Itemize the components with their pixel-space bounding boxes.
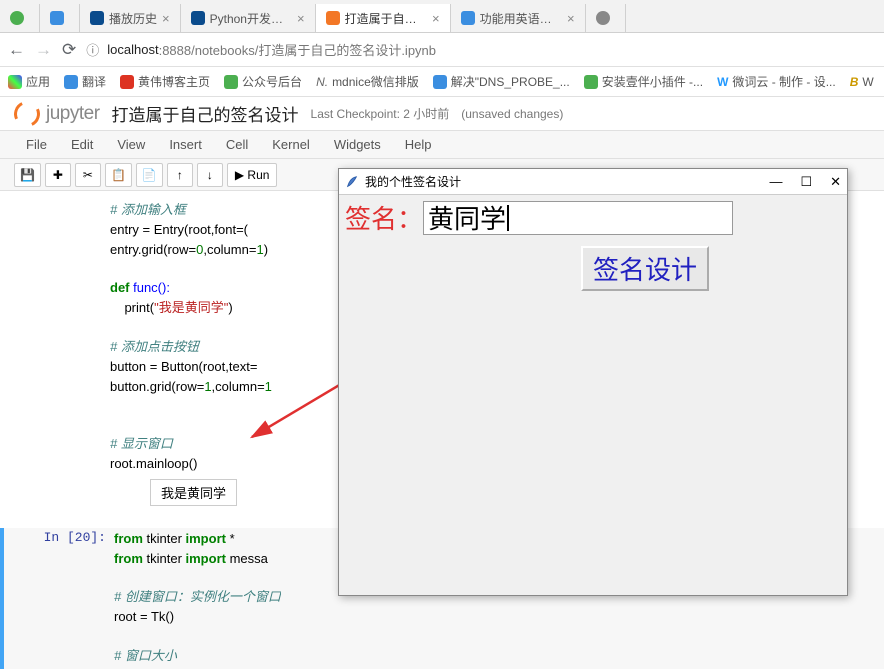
menu-insert[interactable]: Insert — [157, 137, 214, 152]
maximize-button[interactable]: ☐ — [800, 174, 812, 190]
menu-widgets[interactable]: Widgets — [322, 137, 393, 152]
browser-tab[interactable]: 播放历史× — [80, 4, 181, 32]
bookmark-item[interactable]: 翻译 — [64, 73, 106, 90]
menu-help[interactable]: Help — [393, 137, 444, 152]
status-text: (unsaved changes) — [461, 107, 563, 121]
cut-button[interactable]: ✂ — [75, 163, 101, 187]
reload-button[interactable]: ⟳ — [62, 40, 76, 60]
browser-tab[interactable] — [586, 4, 626, 32]
cell-output: 我是黄同学 — [150, 479, 237, 506]
cell-prompt — [0, 201, 110, 475]
jupyter-icon — [10, 97, 43, 130]
tk-icon — [345, 175, 359, 189]
notebook-name[interactable]: 打造属于自己的签名设计 — [112, 101, 299, 126]
apps-button[interactable]: 应用 — [8, 73, 50, 90]
bookmark-item[interactable]: W微词云 - 制作 - 设... — [717, 73, 836, 90]
move-down-button[interactable]: ↓ — [197, 163, 223, 187]
checkpoint-text: Last Checkpoint: 2 小时前 — [311, 105, 450, 122]
tk-label: 签名： — [345, 199, 423, 236]
copy-button[interactable]: 📋 — [105, 163, 132, 187]
bookmark-item[interactable]: 公众号后台 — [224, 73, 302, 90]
paste-button[interactable]: 📄 — [136, 163, 163, 187]
browser-tab[interactable]: 功能用英语怎么说?_百× — [451, 4, 586, 32]
close-icon[interactable]: × — [162, 11, 170, 26]
close-button[interactable]: ✕ — [830, 174, 841, 190]
menu-kernel[interactable]: Kernel — [260, 137, 322, 152]
browser-tab-strip: 播放历史× Python开发教程：Pyt× 打造属于自己的签名设× 功能用英语怎… — [0, 0, 884, 33]
tkinter-window: 我的个性签名设计 — ☐ ✕ 签名： 黄同学 签名设计 — [338, 168, 848, 596]
tkinter-title: 我的个性签名设计 — [365, 173, 461, 190]
bookmark-item[interactable]: BW — [850, 75, 874, 89]
close-icon[interactable]: × — [297, 11, 305, 26]
run-button[interactable]: ▶ Run — [227, 163, 278, 187]
forward-button[interactable]: → — [35, 40, 52, 60]
bookmark-item[interactable]: 解决"DNS_PROBE_... — [433, 73, 570, 90]
jupyter-header: jupyter 打造属于自己的签名设计 Last Checkpoint: 2 小… — [0, 97, 884, 131]
menu-view[interactable]: View — [105, 137, 157, 152]
browser-tab[interactable] — [0, 4, 40, 32]
menu-cell[interactable]: Cell — [214, 137, 260, 152]
add-cell-button[interactable]: ✚ — [45, 163, 71, 187]
bookmark-item[interactable]: 安装壹伴小插件 -... — [584, 73, 703, 90]
menu-bar: File Edit View Insert Cell Kernel Widget… — [0, 131, 884, 159]
move-up-button[interactable]: ↑ — [167, 163, 193, 187]
menu-edit[interactable]: Edit — [59, 137, 105, 152]
browser-tab[interactable]: Python开发教程：Pyt× — [181, 4, 316, 32]
minimize-button[interactable]: — — [769, 174, 782, 190]
url-input[interactable]: ⓘ localhost:8888/notebooks/打造属于自己的签名设计.i… — [86, 40, 876, 59]
back-button[interactable]: ← — [8, 40, 25, 60]
bookmark-item[interactable]: N.mdnice微信排版 — [316, 73, 419, 90]
bookmarks-bar: 应用 翻译 黄伟博客主页 公众号后台 N.mdnice微信排版 解决"DNS_P… — [0, 67, 884, 97]
tk-button[interactable]: 签名设计 — [581, 246, 709, 291]
cell-prompt: In [20]: — [4, 530, 114, 667]
close-icon[interactable]: × — [432, 11, 440, 26]
bookmark-item[interactable]: 黄伟博客主页 — [120, 73, 210, 90]
browser-tab-active[interactable]: 打造属于自己的签名设× — [316, 4, 451, 32]
browser-tab[interactable] — [40, 4, 80, 32]
code-content[interactable]: from tkinter import * from tkinter impor… — [114, 530, 281, 667]
save-button[interactable]: 💾 — [14, 163, 41, 187]
menu-file[interactable]: File — [14, 137, 59, 152]
address-bar: ← → ⟳ ⓘ localhost:8888/notebooks/打造属于自己的… — [0, 33, 884, 67]
tkinter-titlebar[interactable]: 我的个性签名设计 — ☐ ✕ — [339, 169, 847, 195]
close-icon[interactable]: × — [567, 11, 575, 26]
jupyter-logo[interactable]: jupyter — [14, 101, 100, 127]
tk-entry[interactable]: 黄同学 — [423, 201, 733, 235]
code-content[interactable]: # 添加输入框 entry = Entry(root,font=( entry.… — [110, 201, 272, 475]
